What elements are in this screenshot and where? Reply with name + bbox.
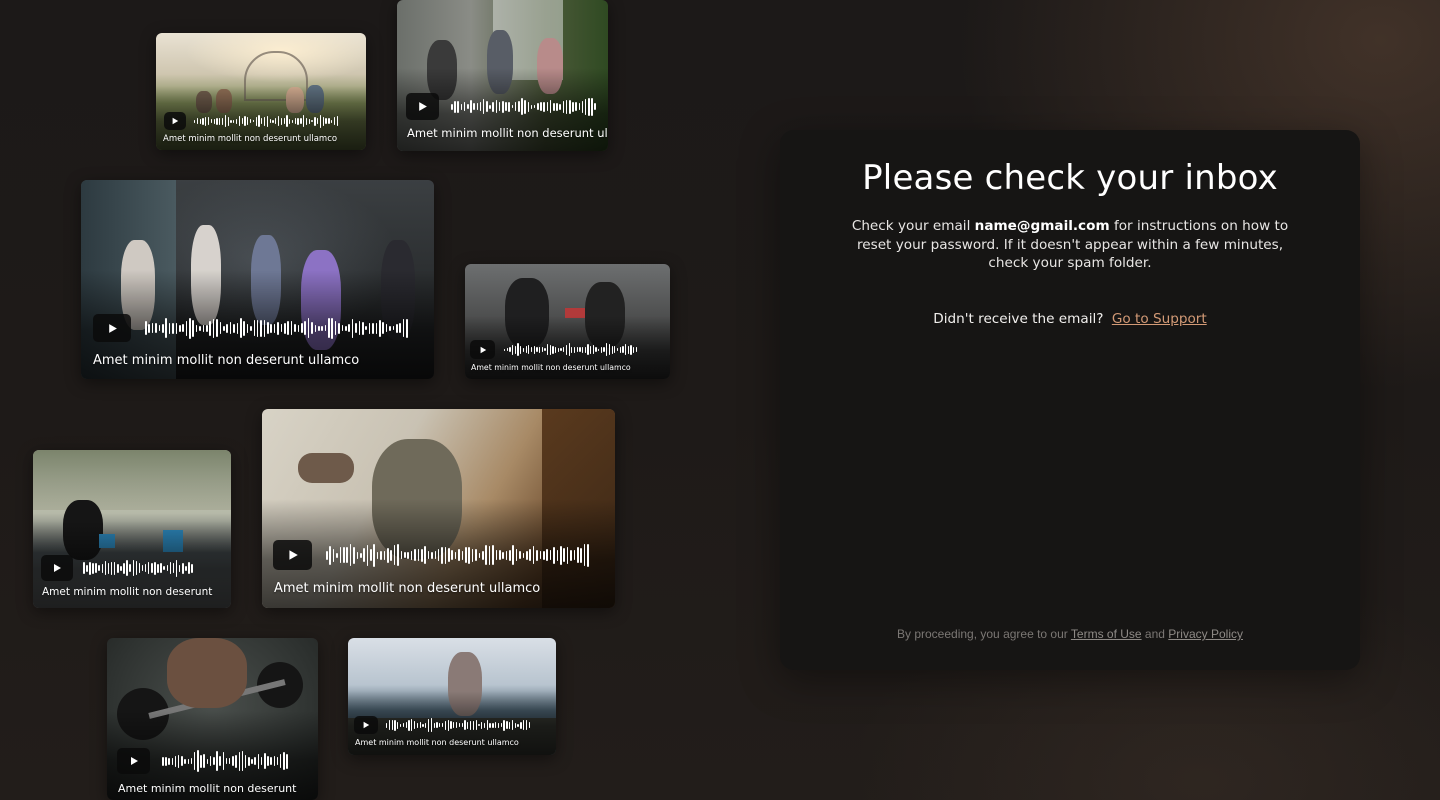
email-address: name@gmail.com [974, 218, 1110, 234]
play-icon [419, 102, 427, 111]
play-button[interactable] [470, 340, 495, 359]
audio-waveform [326, 541, 590, 569]
play-button[interactable] [93, 314, 131, 342]
play-icon [480, 346, 486, 353]
play-button[interactable] [41, 555, 73, 581]
play-button[interactable] [273, 540, 312, 570]
video-card[interactable]: Amet minim mollit non deserunt [33, 450, 231, 608]
video-card[interactable]: Amet minim mollit non deserunt [107, 638, 318, 800]
audio-waveform [451, 94, 598, 120]
legal-prefix: By proceeding, you agree to our [897, 627, 1071, 641]
play-button[interactable] [406, 93, 439, 120]
audio-waveform [504, 341, 638, 359]
video-caption: Amet minim mollit non deserunt [42, 586, 213, 598]
audio-waveform [145, 314, 409, 342]
resend-prompt: Didn't receive the email? [933, 311, 1104, 327]
video-caption: Amet minim mollit non deserunt ullamco [163, 134, 338, 144]
video-card[interactable]: Amet minim mollit non deserunt ullamco [348, 638, 556, 755]
play-icon [288, 550, 298, 560]
video-caption: Amet minim mollit non deserunt ullamco [93, 353, 360, 368]
video-card[interactable]: Amet minim mollit non deserunt ullamco [81, 180, 434, 379]
video-caption: Amet minim mollit non deserunt ullamco [355, 738, 519, 747]
video-caption: Amet minim mollit non deserunt ullamco [471, 363, 631, 372]
legal-and: and [1141, 627, 1169, 641]
privacy-policy-link[interactable]: Privacy Policy [1168, 627, 1243, 641]
video-card[interactable]: Amet minim mollit non deserunt ullamco [465, 264, 670, 379]
instructions-text: Check your email name@gmail.com for inst… [850, 217, 1290, 273]
play-icon [172, 117, 179, 125]
play-icon [363, 721, 370, 729]
go-to-support-link[interactable]: Go to Support [1112, 311, 1207, 327]
video-card[interactable]: Amet minim mollit non deserunt ullamco [262, 409, 615, 608]
play-icon [108, 323, 117, 333]
panel-title: Please check your inbox [862, 158, 1278, 198]
play-icon [130, 757, 138, 765]
audio-waveform [386, 716, 531, 734]
audio-waveform [83, 556, 194, 580]
play-button[interactable] [164, 112, 186, 130]
legal-notice: By proceeding, you agree to our Terms of… [780, 627, 1360, 641]
play-icon [54, 564, 61, 572]
video-card[interactable]: Amet minim mollit non deserunt ullamco [397, 0, 608, 151]
play-button[interactable] [117, 748, 150, 774]
terms-of-use-link[interactable]: Terms of Use [1071, 627, 1142, 641]
video-caption: Amet minim mollit non deserunt [118, 782, 297, 795]
video-caption: Amet minim mollit non deserunt ullamco [274, 581, 541, 596]
play-button[interactable] [354, 716, 378, 734]
audio-waveform [194, 112, 339, 130]
video-caption: Amet minim mollit non deserunt ullamco [407, 126, 608, 140]
video-card[interactable]: Amet minim mollit non deserunt ullamco [156, 33, 366, 150]
password-reset-panel: Please check your inbox Check your email… [780, 130, 1360, 670]
resend-row: Didn't receive the email? Go to Support [780, 311, 1360, 327]
audio-waveform [162, 748, 290, 774]
instructions-prefix: Check your email [851, 218, 975, 234]
